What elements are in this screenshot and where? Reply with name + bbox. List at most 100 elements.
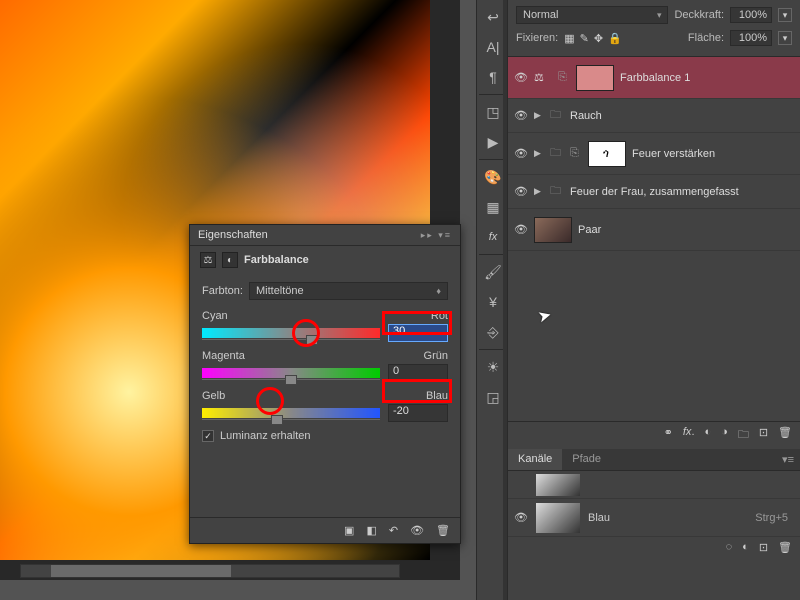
visibility-icon[interactable]: 👁 (514, 223, 528, 236)
mask-toggle-icon[interactable]: ◐ (222, 252, 238, 268)
folder-icon: 🗀 (550, 106, 564, 125)
opacity-label: Deckkraft: (674, 9, 724, 21)
layer-mask-thumb[interactable]: ጎ (588, 141, 626, 167)
layer-row-farbbalance[interactable]: 👁 ⚖ ⎘ Farbbalance 1 (508, 57, 800, 99)
previous-icon[interactable]: ◧ (366, 524, 376, 537)
slider-thumb[interactable] (271, 415, 283, 425)
lock-position-icon[interactable]: ✥ (594, 32, 603, 45)
tone-dropdown[interactable]: Mitteltöne ♦ (249, 282, 448, 300)
slider-value-input[interactable]: 30 (388, 324, 448, 342)
lock-pixels-icon[interactable]: ✎ (580, 32, 589, 45)
layers-footer: ⚭ fx. ◐ ◑ 🗀 ⊡ 🗑 (508, 421, 800, 449)
fill-label: Fläche: (688, 32, 724, 44)
opacity-stepper[interactable]: ▾ (778, 8, 792, 22)
layer-thumb[interactable] (534, 217, 572, 243)
collapsed-panel-dock: ↩ A| ¶ ◳ ▶ 🎨 ▦ fx 🖌 ¥ ⎆ ☀ ◲ (476, 0, 508, 600)
channels-footer: ◌ ◐ ⊡ 🗑 (508, 537, 800, 558)
visibility-icon[interactable]: 👁 (514, 147, 528, 160)
new-layer-icon[interactable]: ⊡ (759, 426, 768, 445)
layer-thumb[interactable] (576, 65, 614, 91)
trash-icon[interactable]: 🗑 (436, 524, 450, 537)
link-icon: ⎘ (570, 147, 582, 160)
preserve-luminosity-checkbox[interactable]: ✓ Luminanz erhalten (202, 430, 448, 442)
new-channel-icon[interactable]: ⊡ (759, 541, 768, 554)
link-layers-icon[interactable]: ⚭ (664, 426, 673, 445)
delete-channel-icon[interactable]: 🗑 (778, 541, 792, 554)
trash-icon[interactable]: 🗑 (778, 426, 792, 445)
panel-title: Eigenschaften (198, 229, 268, 241)
lock-all-icon[interactable]: 🔒 (608, 32, 622, 45)
fx-icon[interactable]: fx. (683, 426, 695, 445)
layer-row-feuer-verstaerken[interactable]: 👁 ▶ 🗀 ⎘ ጎ Feuer verstärken (508, 133, 800, 175)
channel-name[interactable]: Blau (588, 512, 610, 524)
folder-icon: 🗀 (550, 182, 564, 201)
slider-yellow-blue: Gelb Blau -20 (202, 390, 448, 422)
folder-icon: 🗀 (550, 144, 564, 163)
scrollbar-thumb[interactable] (51, 565, 231, 577)
layer-name[interactable]: Feuer verstärken (632, 148, 794, 160)
clip-icon[interactable]: ▣ (344, 524, 354, 537)
slider-value-input[interactable]: -20 (388, 404, 448, 422)
link-icon: ⎘ (558, 71, 570, 84)
checkbox-icon[interactable]: ✓ (202, 430, 214, 442)
slider-right-label: Rot (431, 310, 448, 322)
opacity-input[interactable]: 100% (730, 7, 772, 23)
save-selection-icon[interactable]: ◐ (742, 541, 749, 554)
tab-paths[interactable]: Pfade (562, 449, 611, 470)
layer-name[interactable]: Rauch (570, 110, 794, 122)
lock-label: Fixieren: (516, 32, 558, 44)
balance-icon: ⚖ (200, 252, 216, 268)
channel-row-blue[interactable]: 👁 Blau Strg+5 (508, 499, 800, 537)
visibility-icon[interactable]: 👁 (514, 71, 528, 84)
fill-stepper[interactable]: ▾ (778, 31, 792, 45)
adjustment-title: Farbbalance (244, 254, 309, 266)
slider-value-input[interactable]: 0 (388, 364, 448, 382)
layer-name[interactable]: Feuer der Frau, zusammengefasst (570, 186, 794, 198)
channel-thumb[interactable] (536, 503, 580, 533)
channels-tabs: Kanäle Pfade ▾≡ (508, 449, 800, 471)
group-icon[interactable]: 🗀 (738, 426, 749, 445)
mask-icon[interactable]: ◐ (705, 426, 712, 445)
slider-left-label: Gelb (202, 390, 225, 402)
collapse-icon[interactable]: ▸▸ ▾≡ (421, 230, 452, 241)
load-selection-icon[interactable]: ◌ (726, 541, 733, 554)
adjustment-header: ⚖ ◐ Farbbalance (190, 246, 460, 274)
visibility-icon[interactable]: 👁 (514, 185, 528, 198)
blend-mode-dropdown[interactable]: Normal ▾ (516, 6, 668, 24)
tone-value: Mitteltöne (256, 285, 304, 297)
properties-panel: Eigenschaften ▸▸ ▾≡ ⚖ ◐ Farbbalance Farb… (189, 224, 461, 544)
dock-scrollbar[interactable] (503, 0, 507, 600)
chevron-updown-icon: ♦ (436, 286, 441, 296)
slider-track[interactable] (202, 368, 380, 378)
chevron-down-icon: ▾ (657, 10, 662, 21)
slider-track[interactable] (202, 408, 380, 418)
reset-icon[interactable]: ↶ (389, 524, 398, 537)
fill-input[interactable]: 100% (730, 30, 772, 46)
layer-row-paar[interactable]: 👁 Paar (508, 209, 800, 251)
expand-icon[interactable]: ▶ (534, 148, 544, 159)
slider-track[interactable] (202, 328, 380, 338)
layer-row-rauch[interactable]: 👁 ▶ 🗀 Rauch (508, 99, 800, 133)
adjustment-icon[interactable]: ◑ (721, 426, 728, 445)
horizontal-scrollbar[interactable] (20, 564, 400, 578)
visibility-icon[interactable]: 👁 (410, 524, 424, 537)
layer-row-feuer-frau[interactable]: 👁 ▶ 🗀 Feuer der Frau, zusammengefasst (508, 175, 800, 209)
slider-left-label: Cyan (202, 310, 228, 322)
expand-icon[interactable]: ▶ (534, 110, 544, 121)
layers-empty-area[interactable] (508, 251, 800, 421)
tab-channels[interactable]: Kanäle (508, 449, 562, 470)
expand-icon[interactable]: ▶ (534, 186, 544, 197)
panel-header[interactable]: Eigenschaften ▸▸ ▾≡ (190, 225, 460, 246)
channel-thumb[interactable] (536, 474, 580, 496)
visibility-icon[interactable]: 👁 (514, 109, 528, 122)
channel-row-rgb[interactable] (508, 471, 800, 499)
visibility-icon[interactable]: 👁 (514, 511, 528, 524)
slider-right-label: Blau (426, 390, 448, 402)
lock-transparency-icon[interactable]: ▦ (564, 32, 574, 45)
layer-name[interactable]: Paar (578, 224, 794, 236)
slider-thumb[interactable] (306, 335, 318, 345)
slider-thumb[interactable] (285, 375, 297, 385)
layer-name[interactable]: Farbbalance 1 (620, 72, 794, 84)
panel-menu-icon[interactable]: ▾≡ (776, 449, 800, 470)
slider-cyan-red: Cyan Rot 30 (202, 310, 448, 342)
